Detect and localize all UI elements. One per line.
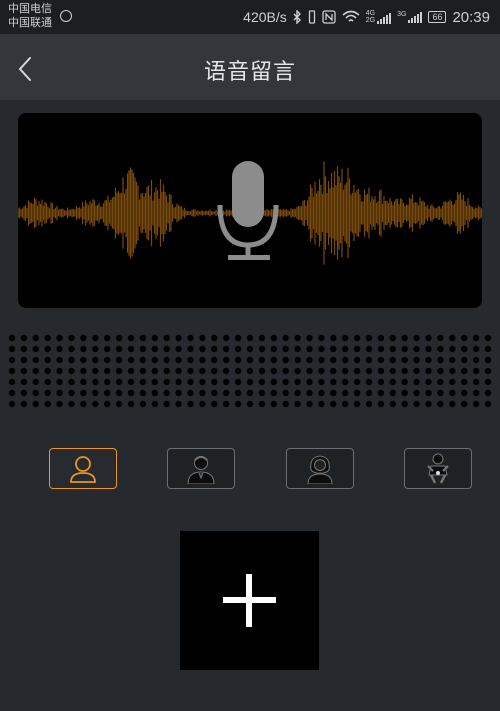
status-indicators: 420B/s 4G 2G 3G 66 20:39	[243, 7, 490, 27]
carrier-info: 中国电信 中国联通	[8, 2, 52, 30]
hd-call-icon	[60, 10, 72, 22]
nfc-icon	[322, 10, 336, 24]
woman-icon	[307, 454, 333, 484]
net-type-2: 2G	[365, 17, 376, 24]
app-header: 语音留言	[0, 34, 500, 100]
net-type-1: 4G	[365, 10, 376, 17]
wifi-icon	[342, 10, 360, 22]
man-icon	[187, 455, 215, 484]
signal-sim1: 4G 2G	[365, 10, 392, 24]
signal-bars-icon	[377, 12, 392, 24]
recording-panel	[18, 113, 482, 308]
voice-option-female[interactable]	[286, 448, 354, 489]
voice-option-male[interactable]	[167, 448, 235, 489]
baby-icon	[427, 453, 449, 484]
person-outline-icon	[70, 455, 96, 483]
vibrate-icon	[308, 10, 315, 24]
signal-bars-icon	[408, 11, 423, 23]
net-speed: 420B/s	[243, 9, 287, 25]
carrier-1: 中国电信	[8, 3, 52, 15]
voice-option-default[interactable]	[49, 448, 117, 489]
voice-option-child[interactable]	[404, 448, 472, 489]
battery-icon: 66	[428, 11, 447, 23]
net-type-3: 3G	[397, 11, 407, 18]
bluetooth-icon	[293, 10, 301, 24]
record-button[interactable]	[216, 159, 284, 263]
clock: 20:39	[452, 8, 490, 26]
status-bar: 中国电信 中国联通 420B/s 4G 2G 3G 66 20:39	[0, 0, 500, 34]
microphone-icon	[217, 161, 279, 260]
page-title: 语音留言	[203, 59, 296, 84]
carrier-2: 中国联通	[8, 17, 52, 29]
speaker-grill	[8, 334, 492, 408]
add-button[interactable]	[180, 531, 319, 670]
signal-sim2: 3G	[397, 11, 423, 23]
